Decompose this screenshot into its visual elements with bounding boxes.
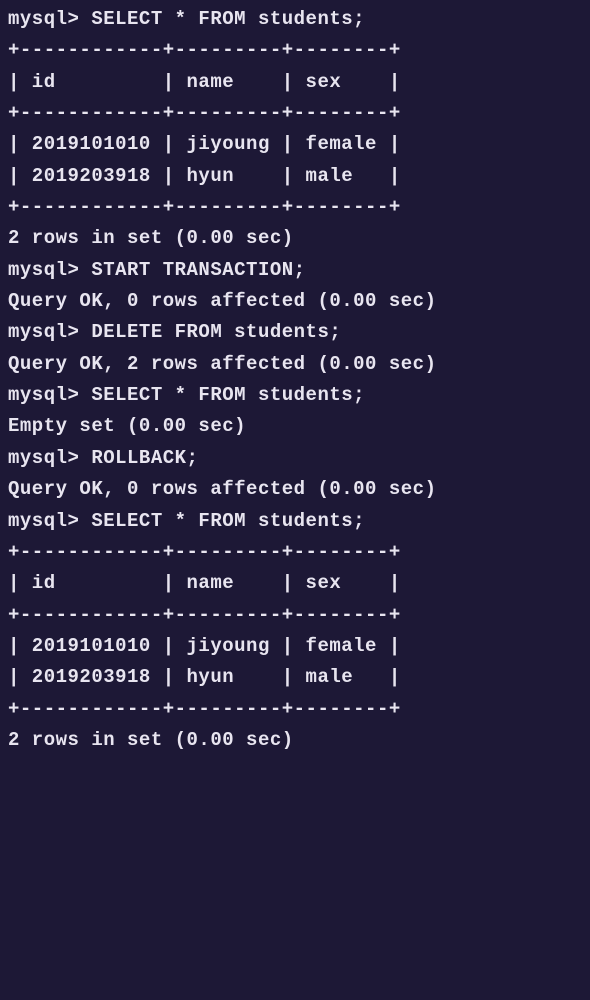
terminal-line: Query OK, 0 rows affected (0.00 sec): [8, 286, 582, 317]
terminal-line: Query OK, 2 rows affected (0.00 sec): [8, 349, 582, 380]
terminal-line: mysql> SELECT * FROM students;: [8, 380, 582, 411]
terminal-line: 2 rows in set (0.00 sec): [8, 725, 582, 756]
terminal-line: | 2019101010 | jiyoung | female |: [8, 129, 582, 160]
terminal-line: | id | name | sex |: [8, 568, 582, 599]
terminal-line: | 2019203918 | hyun | male |: [8, 161, 582, 192]
terminal-line: mysql> SELECT * FROM students;: [8, 506, 582, 537]
terminal-line: +------------+---------+--------+: [8, 600, 582, 631]
terminal-line: +------------+---------+--------+: [8, 694, 582, 725]
terminal-line: +------------+---------+--------+: [8, 192, 582, 223]
terminal-line: +------------+---------+--------+: [8, 98, 582, 129]
terminal-line: +------------+---------+--------+: [8, 35, 582, 66]
terminal-line: | 2019203918 | hyun | male |: [8, 662, 582, 693]
terminal-line: | id | name | sex |: [8, 67, 582, 98]
terminal-line: Empty set (0.00 sec): [8, 411, 582, 442]
terminal-line: Query OK, 0 rows affected (0.00 sec): [8, 474, 582, 505]
terminal-line: | 2019101010 | jiyoung | female |: [8, 631, 582, 662]
terminal-line: mysql> DELETE FROM students;: [8, 317, 582, 348]
terminal-line: mysql> START TRANSACTION;: [8, 255, 582, 286]
terminal-line: mysql> SELECT * FROM students;: [8, 4, 582, 35]
terminal-output: mysql> SELECT * FROM students;+---------…: [8, 4, 582, 756]
terminal-line: +------------+---------+--------+: [8, 537, 582, 568]
terminal-line: mysql> ROLLBACK;: [8, 443, 582, 474]
terminal-line: 2 rows in set (0.00 sec): [8, 223, 582, 254]
